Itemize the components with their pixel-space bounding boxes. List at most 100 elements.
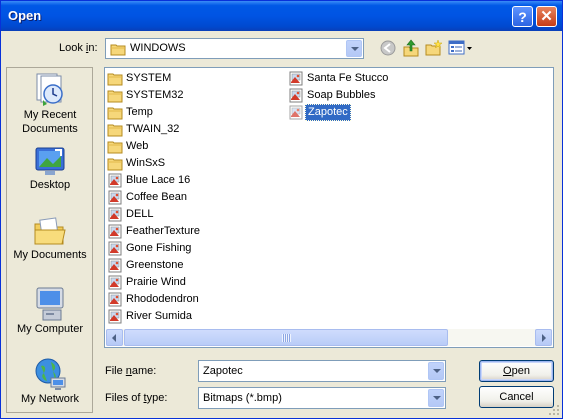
file-item-name: Coffee Bean — [126, 191, 187, 203]
desktop-icon — [35, 147, 65, 175]
look-in-dropdown[interactable]: WINDOWS — [105, 38, 364, 59]
file-item-name: River Sumida — [126, 310, 193, 322]
my-documents-icon — [34, 217, 66, 245]
scrollbar-thumb[interactable] — [124, 329, 448, 346]
file-item-name: Prairie Wind — [126, 276, 186, 288]
scroll-right-button[interactable] — [535, 329, 552, 346]
file-item[interactable]: Prairie Wind — [106, 274, 286, 291]
bitmap-file-icon — [108, 258, 122, 273]
look-in-label: Look in: — [59, 42, 98, 54]
look-in-label-prefix: Look — [59, 42, 86, 54]
file-item-name: Soap Bubbles — [307, 89, 376, 101]
close-button[interactable]: ✕ — [536, 6, 557, 27]
file-item[interactable]: Coffee Bean — [106, 189, 286, 206]
file-list-column-1: SYSTEM SYSTEM32 Temp TWAIN_32 Web WinSxS Blue … — [106, 70, 286, 325]
file-item-name: Greenstone — [126, 259, 184, 271]
bitmap-file-icon — [289, 105, 303, 120]
file-list[interactable]: SYSTEM SYSTEM32 Temp TWAIN_32 Web WinSxS Blue … — [104, 67, 554, 348]
window-title: Open — [8, 8, 42, 23]
folder-icon — [107, 107, 123, 120]
folder-item[interactable]: WinSxS — [106, 155, 286, 172]
files-of-type-label: Files of type: — [105, 392, 167, 404]
places-item-my-computer[interactable]: My Computer — [7, 286, 93, 336]
bitmap-file-icon — [108, 309, 122, 324]
folder-icon — [107, 158, 123, 171]
file-item-name: TWAIN_32 — [126, 123, 180, 135]
view-menu-icon[interactable] — [448, 39, 474, 57]
open-button-accel: O — [503, 365, 512, 377]
open-button[interactable]: Open — [479, 360, 554, 382]
scroll-left-button[interactable] — [106, 329, 123, 346]
folder-item[interactable]: Web — [106, 138, 286, 155]
places-label-my-network: My Network — [20, 393, 80, 405]
places-item-my-documents[interactable]: My Documents — [7, 216, 93, 262]
new-folder-icon[interactable] — [425, 39, 443, 57]
file-name-dropdown-arrow[interactable] — [428, 362, 444, 380]
places-label-recent-2: Documents — [22, 123, 78, 135]
file-item-name: Santa Fe Stucco — [307, 72, 389, 84]
folder-icon — [107, 90, 123, 103]
file-item-name: DELL — [126, 208, 154, 220]
folder-item[interactable]: TWAIN_32 — [106, 121, 286, 138]
file-name-input[interactable]: Zapotec — [198, 360, 446, 382]
file-item-name: SYSTEM32 — [126, 89, 184, 101]
my-network-icon — [35, 358, 66, 390]
file-item-name: Rhododendron — [126, 293, 199, 305]
file-name-label-prefix: File — [105, 365, 126, 377]
file-item[interactable]: Greenstone — [106, 257, 286, 274]
file-item[interactable]: Santa Fe Stucco — [287, 70, 467, 87]
horizontal-scrollbar[interactable] — [106, 329, 552, 346]
bitmap-file-icon — [108, 292, 122, 307]
folder-item[interactable]: SYSTEM32 — [106, 87, 286, 104]
bitmap-file-icon — [108, 224, 122, 239]
file-list-column-2: Santa Fe Stucco Soap Bubbles Zapotec — [287, 70, 467, 121]
file-item-name: SYSTEM — [126, 72, 172, 84]
folder-item[interactable]: SYSTEM — [106, 70, 286, 87]
file-item[interactable]: Blue Lace 16 — [106, 172, 286, 189]
resize-grip-icon[interactable] — [548, 404, 560, 416]
file-item[interactable]: River Sumida — [106, 308, 286, 325]
title-bar[interactable]: Open ? ✕ — [1, 1, 562, 31]
back-icon[interactable] — [379, 39, 397, 57]
file-item[interactable]: Soap Bubbles — [287, 87, 467, 104]
files-of-type-label-suffix: ype: — [146, 392, 168, 404]
folder-icon — [107, 73, 123, 86]
places-item-my-network[interactable]: My Network — [7, 356, 93, 406]
recent-documents-icon — [36, 73, 63, 106]
scrollbar-grip-icon — [282, 334, 291, 342]
look-in-label-suffix: n: — [88, 42, 98, 54]
file-item[interactable]: Rhododendron — [106, 291, 286, 308]
bitmap-file-icon — [108, 241, 122, 256]
help-button[interactable]: ? — [512, 6, 533, 27]
folder-icon — [107, 141, 123, 154]
file-item-name: FeatherTexture — [126, 225, 200, 237]
file-name-label-suffix: ame: — [131, 365, 157, 377]
places-label-recent-1: My Recent — [23, 109, 77, 121]
file-item-name: Gone Fishing — [126, 242, 192, 254]
bitmap-file-icon — [108, 275, 122, 290]
places-item-desktop[interactable]: Desktop — [7, 146, 93, 192]
look-in-value: WINDOWS — [130, 42, 186, 54]
bitmap-file-icon — [108, 207, 122, 222]
places-label-my-computer: My Computer — [16, 323, 84, 335]
folder-icon — [107, 124, 123, 137]
folder-icon — [110, 44, 126, 56]
file-item[interactable]: DELL — [106, 206, 286, 223]
up-one-level-icon[interactable] — [402, 39, 420, 57]
file-item[interactable]: Zapotec — [287, 104, 467, 121]
bitmap-file-icon — [289, 88, 303, 103]
files-of-type-dropdown[interactable]: Bitmaps (*.bmp) — [198, 387, 446, 409]
files-of-type-dropdown-arrow[interactable] — [428, 389, 444, 407]
look-in-dropdown-arrow[interactable] — [346, 40, 362, 57]
places-item-recent[interactable]: My Recent Documents — [7, 72, 93, 136]
file-item-name: Blue Lace 16 — [126, 174, 191, 186]
places-label-desktop: Desktop — [29, 179, 71, 191]
folder-item[interactable]: Temp — [106, 104, 286, 121]
places-bar: My Recent Documents Desktop My Documents — [6, 67, 93, 413]
open-button-label: pen — [511, 365, 530, 377]
file-item[interactable]: FeatherTexture — [106, 223, 286, 240]
places-label-my-documents: My Documents — [13, 249, 87, 261]
cancel-button[interactable]: Cancel — [479, 386, 554, 408]
bitmap-file-icon — [108, 173, 122, 188]
file-item[interactable]: Gone Fishing — [106, 240, 286, 257]
